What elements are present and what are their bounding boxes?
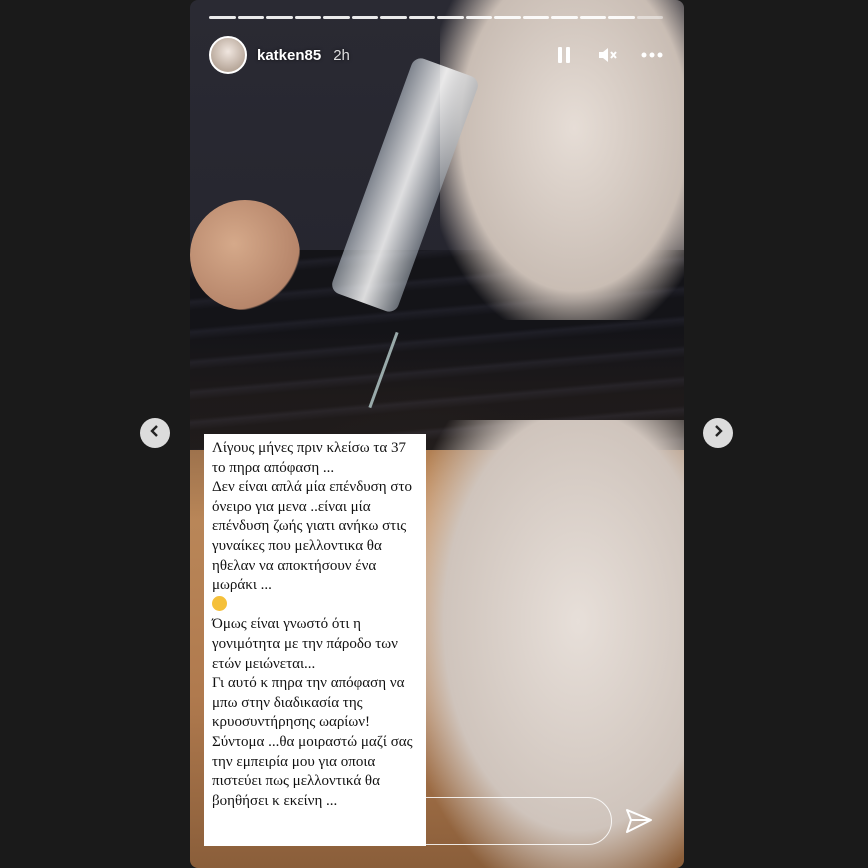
chevron-left-icon bbox=[148, 424, 162, 443]
progress-segment bbox=[437, 16, 464, 19]
relieved-face-icon bbox=[212, 595, 227, 611]
send-icon[interactable] bbox=[624, 806, 654, 836]
progress-segment bbox=[522, 16, 549, 19]
username[interactable]: katken85 bbox=[257, 47, 321, 64]
story-caption: Λίγους μήνες πριν κλείσω τα 37 το πηρα α… bbox=[204, 434, 426, 846]
previous-story-button[interactable] bbox=[140, 418, 170, 448]
timestamp: 2h bbox=[333, 46, 350, 64]
chevron-right-icon bbox=[711, 424, 725, 443]
more-icon[interactable] bbox=[641, 44, 663, 66]
reply-input[interactable]: Reply to katken85... bbox=[204, 797, 612, 845]
progress-segment bbox=[608, 16, 635, 19]
story-controls bbox=[553, 44, 663, 66]
caption-text-part1: Λίγους μήνες πριν κλείσω τα 37 το πηρα α… bbox=[212, 440, 412, 594]
progress-segment bbox=[209, 16, 236, 19]
avatar[interactable] bbox=[209, 36, 247, 74]
progress-segment bbox=[323, 16, 350, 19]
speaker-muted-icon[interactable] bbox=[597, 44, 619, 66]
progress-segment bbox=[380, 16, 407, 19]
progress-segment bbox=[237, 16, 264, 19]
caption-text-part2: Όμως είναι γνωστό ότι η γονιμότητα με τη… bbox=[212, 616, 413, 809]
progress-segment bbox=[351, 16, 378, 19]
progress-segment bbox=[494, 16, 521, 19]
progress-segment bbox=[266, 16, 293, 19]
story-header: katken85 2h bbox=[209, 36, 663, 74]
progress-segment bbox=[636, 16, 663, 19]
story-image-finger bbox=[190, 200, 300, 310]
progress-segment bbox=[465, 16, 492, 19]
pause-icon[interactable] bbox=[553, 44, 575, 66]
reply-placeholder: Reply to katken85... bbox=[225, 813, 349, 829]
caption-emoji-line bbox=[212, 595, 418, 616]
progress-segment bbox=[294, 16, 321, 19]
story-progress-bar bbox=[209, 16, 663, 19]
progress-segment bbox=[579, 16, 606, 19]
progress-segment bbox=[408, 16, 435, 19]
next-story-button[interactable] bbox=[703, 418, 733, 448]
progress-segment bbox=[551, 16, 578, 19]
